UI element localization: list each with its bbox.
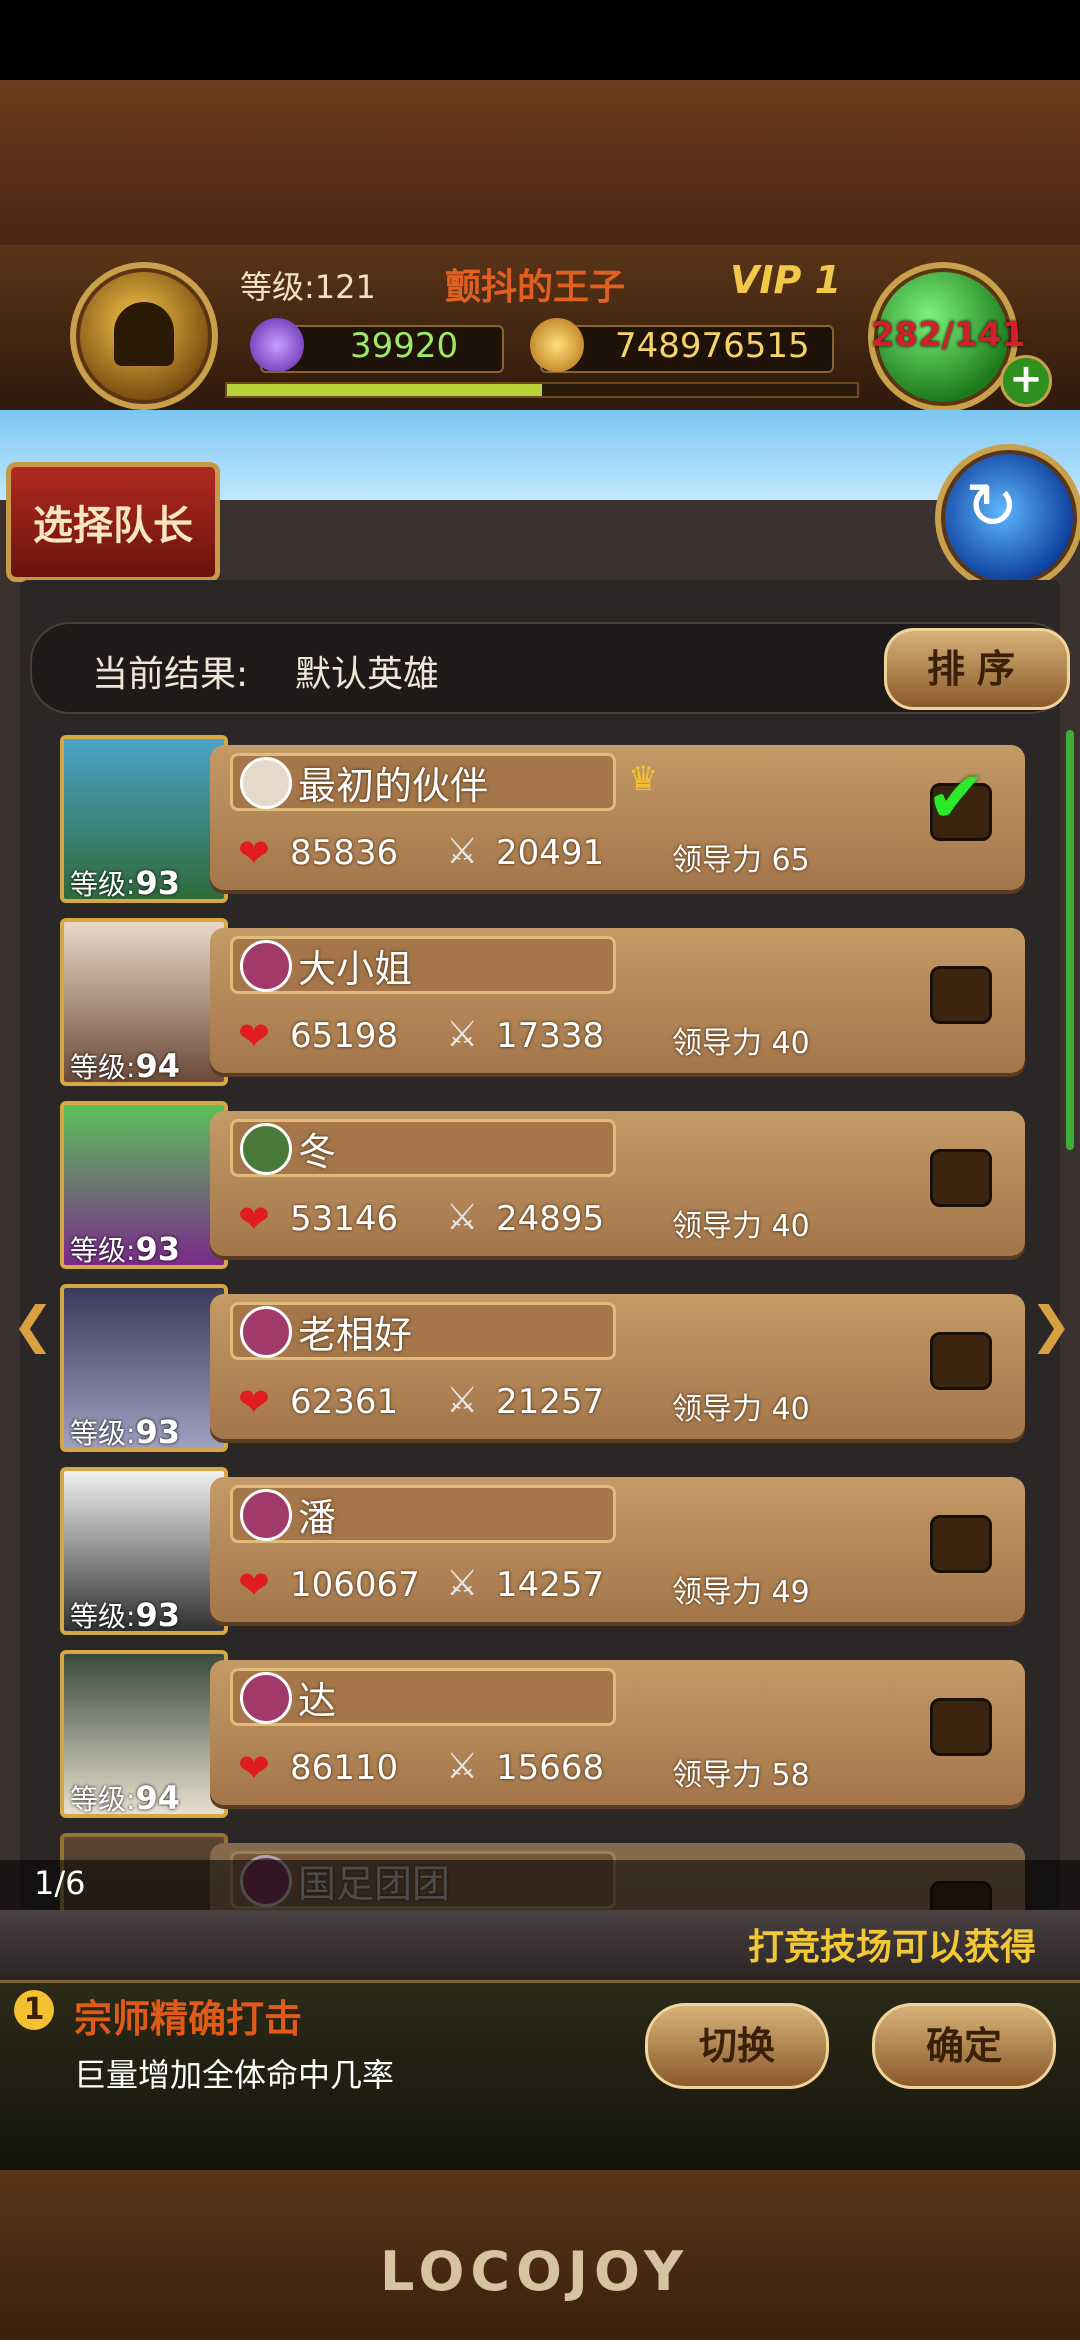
add-stamina-button[interactable]: +: [1000, 355, 1052, 407]
crossed-swords-icon: ⚔: [446, 1380, 479, 1421]
coin-value: 748976515: [615, 326, 810, 366]
crossed-swords-icon: ⚔: [446, 1014, 479, 1055]
skill-description: 巨量增加全体命中几率: [74, 2056, 395, 2094]
hero-name: 达: [298, 1679, 337, 1723]
hero-hp: 62361: [290, 1382, 399, 1422]
heart-icon: ❤: [238, 1380, 270, 1424]
class-icon: [240, 757, 292, 809]
heart-icon: ❤: [238, 1014, 270, 1058]
heart-icon: ❤: [238, 1563, 270, 1607]
hero-attack: 14257: [496, 1565, 605, 1605]
heart-icon: ❤: [238, 1197, 270, 1241]
hero-attack: 15668: [496, 1748, 605, 1788]
vip-badge[interactable]: VIP 1: [730, 258, 841, 302]
result-label: 当前结果:: [92, 654, 249, 695]
hero-hp: 86110: [290, 1748, 399, 1788]
player-name: 颤抖的王子: [445, 267, 626, 308]
hero-hp: 65198: [290, 1016, 399, 1056]
hero-name: 老相好: [298, 1313, 413, 1357]
class-icon: [240, 1123, 292, 1175]
stamina-value: 282/141: [870, 315, 1026, 355]
select-checkbox[interactable]: [930, 1515, 992, 1573]
skill-name: 宗师精确打击: [74, 1997, 303, 2041]
confirm-button[interactable]: 确定: [872, 2003, 1056, 2089]
pager-bar: [0, 1860, 1080, 1910]
hero-row[interactable]: 等级:93 潘 ❤ 106067 ⚔ 14257 领导力 49: [60, 1467, 1030, 1635]
locojoy-logo: LOCOJOY: [380, 2240, 690, 2303]
hero-row[interactable]: 等级:93 最初的伙伴 ♛ ❤ 85836 ⚔ 20491 领导力 65 ✔: [60, 735, 1030, 903]
class-icon: [240, 1489, 292, 1541]
hero-attack: 17338: [496, 1016, 605, 1056]
hero-hp: 106067: [290, 1565, 420, 1605]
heart-icon: ❤: [238, 831, 270, 875]
select-checkbox[interactable]: [930, 1698, 992, 1756]
list-scrollbar[interactable]: [1066, 730, 1074, 1150]
hero-name: 潘: [298, 1496, 337, 1540]
skill-number-badge: 1: [14, 1990, 54, 2030]
hero-row[interactable]: 等级:93 老相好 ❤ 62361 ⚔ 21257 领导力 40: [60, 1284, 1030, 1452]
hero-row[interactable]: 等级:94 达 ❤ 86110 ⚔ 15668 领导力 58: [60, 1650, 1030, 1818]
frame-top: [0, 80, 1080, 250]
hero-hp: 85836: [290, 833, 399, 873]
hero-hp: 53146: [290, 1199, 399, 1239]
status-bar: [0, 0, 1080, 80]
coin-icon: [530, 318, 584, 372]
hero-level: 等级:93: [70, 1596, 180, 1634]
result-value: 默认英雄: [295, 654, 440, 695]
hero-name: 大小姐: [298, 947, 413, 991]
xp-bar-fill: [227, 384, 542, 396]
hero-row[interactable]: 等级:93 冬 ❤ 53146 ⚔ 24895 领导力 40: [60, 1101, 1030, 1269]
hero-level: 等级:94: [70, 1779, 180, 1817]
checkmark-icon: ✔: [926, 755, 987, 839]
crown-icon: ♛: [628, 759, 659, 799]
hero-level: 等级:93: [70, 1413, 180, 1451]
switch-button[interactable]: 切换: [645, 2003, 829, 2089]
hero-attack: 20491: [496, 833, 605, 873]
refresh-icon: ↻: [965, 470, 1019, 544]
helmet-icon: [114, 302, 174, 366]
hero-leadership: 领导力 58: [672, 1758, 810, 1793]
crossed-swords-icon: ⚔: [446, 1197, 479, 1238]
hero-level: 等级:94: [70, 1047, 180, 1085]
prev-page-icon[interactable]: ❮: [12, 1296, 54, 1354]
hero-leadership: 领导力 40: [672, 1026, 810, 1061]
select-checkbox[interactable]: [930, 966, 992, 1024]
hero-leadership: 领导力 40: [672, 1209, 810, 1244]
gem-icon: [250, 318, 304, 372]
class-icon: [240, 1306, 292, 1358]
sort-button[interactable]: 排序: [884, 628, 1070, 710]
hero-level: 等级:93: [70, 864, 180, 902]
next-page-icon[interactable]: ❯: [1030, 1296, 1072, 1354]
crossed-swords-icon: ⚔: [446, 1746, 479, 1787]
player-level: 等级:121: [240, 268, 376, 306]
hero-attack: 24895: [496, 1199, 605, 1239]
hero-row[interactable]: 等级:94 大小姐 ❤ 65198 ⚔ 17338 领导力 40: [60, 918, 1030, 1086]
crossed-swords-icon: ⚔: [446, 1563, 479, 1604]
hero-name: 冬: [298, 1130, 337, 1174]
class-icon: [240, 1672, 292, 1724]
hero-attack: 21257: [496, 1382, 605, 1422]
select-checkbox[interactable]: [930, 1149, 992, 1207]
hero-leadership: 领导力 49: [672, 1575, 810, 1610]
hero-leadership: 领导力 40: [672, 1392, 810, 1427]
class-icon: [240, 940, 292, 992]
heart-icon: ❤: [238, 1746, 270, 1790]
hero-level: 等级:93: [70, 1230, 180, 1268]
crossed-swords-icon: ⚔: [446, 831, 479, 872]
ticker-text: 打竞技场可以获得: [748, 1927, 1037, 1968]
player-avatar[interactable]: [70, 262, 218, 410]
select-leader-button[interactable]: 选择队长: [6, 462, 220, 582]
xp-bar: [225, 382, 859, 398]
hero-name: 最初的伙伴: [298, 764, 489, 808]
select-checkbox[interactable]: [930, 1332, 992, 1390]
page-indicator: 1/6: [34, 1864, 86, 1902]
hero-leadership: 领导力 65: [672, 843, 810, 878]
gem-value: 39920: [350, 326, 459, 366]
